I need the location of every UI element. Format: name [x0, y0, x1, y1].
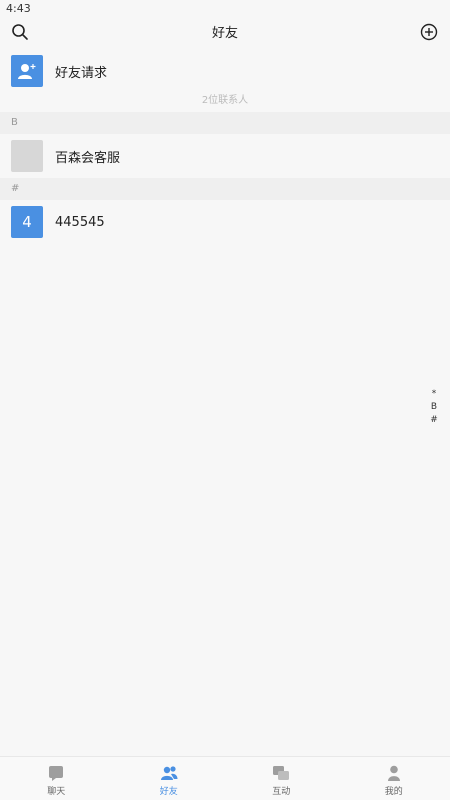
alphabet-index-bar[interactable]: * B #: [430, 388, 438, 427]
status-bar: 4:43: [0, 0, 450, 18]
section-header-hash: #: [0, 178, 450, 200]
tab-interaction[interactable]: 互动: [225, 757, 338, 800]
index-item[interactable]: B: [431, 401, 437, 414]
avatar: [11, 140, 43, 172]
friends-icon: [160, 764, 178, 782]
contact-row[interactable]: 4 445545: [0, 200, 450, 244]
chat-icon: [47, 764, 65, 782]
search-icon: [11, 23, 29, 45]
page-title: 好友: [211, 26, 238, 41]
tab-label: 我的: [384, 787, 403, 797]
tab-label: 好友: [159, 787, 178, 797]
contact-list: 好友请求 2位联系人 B 百森会客服 # 4 445545: [0, 50, 450, 244]
contacts-count: 2位联系人: [0, 92, 450, 112]
search-button[interactable]: [9, 23, 31, 45]
avatar: 4: [11, 206, 43, 238]
contact-name: 百森会客服: [55, 150, 121, 166]
bottom-tab-bar: 聊天 好友 互动 我的: [0, 756, 450, 800]
friend-request-row[interactable]: 好友请求: [0, 50, 450, 92]
index-item[interactable]: #: [430, 414, 438, 427]
status-time: 4:43: [6, 2, 31, 15]
add-circle-icon: [420, 23, 438, 45]
tab-label: 互动: [272, 787, 291, 797]
tab-friends[interactable]: 好友: [113, 757, 226, 800]
add-user-icon: [11, 55, 43, 87]
contact-name: 445545: [55, 214, 105, 230]
section-header-b: B: [0, 112, 450, 134]
tab-label: 聊天: [47, 787, 66, 797]
index-item[interactable]: *: [432, 388, 437, 401]
interaction-icon: [272, 764, 290, 782]
add-friend-button[interactable]: [418, 23, 440, 45]
nav-bar: 好友: [0, 18, 450, 50]
friend-request-label: 好友请求: [55, 65, 108, 81]
profile-icon: [385, 764, 403, 782]
contact-row[interactable]: 百森会客服: [0, 134, 450, 178]
tab-chat[interactable]: 聊天: [0, 757, 113, 800]
tab-profile[interactable]: 我的: [338, 757, 450, 800]
